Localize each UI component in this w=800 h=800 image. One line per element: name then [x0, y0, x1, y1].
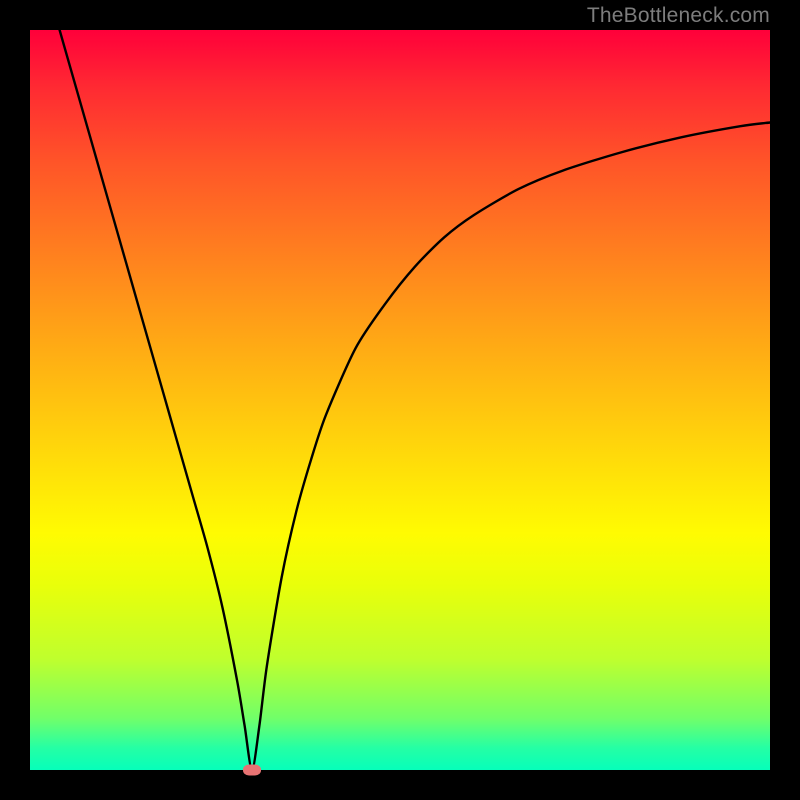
- watermark-text: TheBottleneck.com: [587, 4, 770, 28]
- chart-frame: TheBottleneck.com: [0, 0, 800, 800]
- minimum-marker: [243, 765, 261, 776]
- curve-svg: [30, 30, 770, 770]
- bottleneck-curve: [60, 30, 770, 770]
- plot-area: [30, 30, 770, 770]
